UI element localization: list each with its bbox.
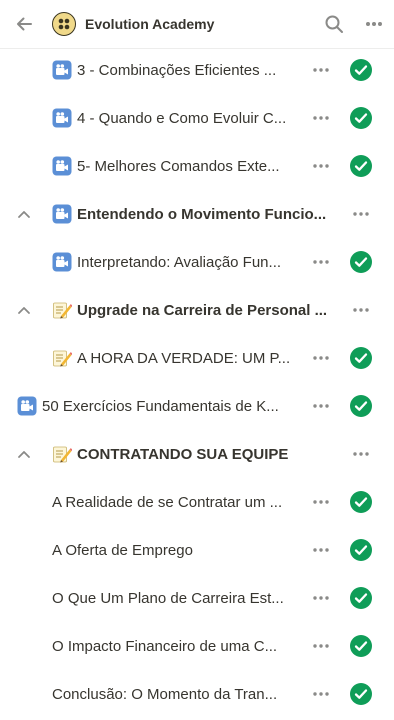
video-camera-icon xyxy=(52,156,72,176)
more-options-icon[interactable] xyxy=(308,156,334,176)
row-label: O Que Um Plano de Carreira Est... xyxy=(52,589,284,607)
app-title: Evolution Academy xyxy=(85,16,215,32)
list-item[interactable]: O Que Um Plano de Carreira Est... xyxy=(0,574,394,622)
list-item[interactable]: A HORA DA VERDADE: UM P... xyxy=(0,334,394,382)
more-options-icon[interactable] xyxy=(348,204,374,224)
row-content: A HORA DA VERDADE: UM P... xyxy=(52,334,296,382)
chevron-up-icon[interactable] xyxy=(15,205,33,223)
row-label: Interpretando: Avaliação Fun... xyxy=(77,253,282,271)
row-label: A Realidade de se Contratar um ... xyxy=(52,493,283,511)
checkmark-icon[interactable] xyxy=(350,587,372,609)
row-label: Upgrade na Carreira de Personal ... xyxy=(77,301,328,319)
video-camera-icon xyxy=(52,108,72,128)
checkmark-icon[interactable] xyxy=(350,347,372,369)
row-label: A HORA DA VERDADE: UM P... xyxy=(77,349,291,367)
row-content: O Impacto Financeiro de uma C... xyxy=(52,622,296,670)
video-camera-icon xyxy=(52,252,72,272)
more-options-icon[interactable] xyxy=(308,60,334,80)
video-camera-icon xyxy=(52,204,72,224)
row-label: 4 - Quando e Como Evoluir C... xyxy=(77,109,287,127)
checkmark-icon[interactable] xyxy=(350,251,372,273)
row-label: 5- Melhores Comandos Exte... xyxy=(77,157,280,175)
more-options-icon[interactable] xyxy=(308,636,334,656)
list-item[interactable]: A Realidade de se Contratar um ... xyxy=(0,478,394,526)
row-label: O Impacto Financeiro de uma C... xyxy=(52,637,278,655)
memo-icon xyxy=(52,444,72,464)
row-label: CONTRATANDO SUA EQUIPE xyxy=(77,445,289,463)
search-icon[interactable] xyxy=(314,0,354,48)
row-content: O Que Um Plano de Carreira Est... xyxy=(52,574,296,622)
row-content: 3 - Combinações Eficientes ... xyxy=(52,46,296,94)
list-item[interactable]: 3 - Combinações Eficientes ... xyxy=(0,46,394,94)
video-camera-icon xyxy=(52,60,72,80)
row-label: A Oferta de Emprego xyxy=(52,541,193,559)
more-options-icon[interactable] xyxy=(308,108,334,128)
chevron-up-icon[interactable] xyxy=(15,445,33,463)
list-item[interactable]: 4 - Quando e Como Evoluir C... xyxy=(0,94,394,142)
back-arrow-icon[interactable] xyxy=(0,0,48,48)
list-item[interactable]: A Oferta de Emprego xyxy=(0,526,394,574)
list-item[interactable]: O Impacto Financeiro de uma C... xyxy=(0,622,394,670)
row-content: 50 Exercícios Fundamentais de K... xyxy=(17,382,296,430)
row-content: 5- Melhores Comandos Exte... xyxy=(52,142,296,190)
row-content: Upgrade na Carreira de Personal ... xyxy=(52,286,332,334)
logo-icon xyxy=(52,12,76,36)
memo-icon xyxy=(52,300,72,320)
more-options-icon[interactable] xyxy=(308,492,334,512)
row-content: 4 - Quando e Como Evoluir C... xyxy=(52,94,296,142)
list-item[interactable]: 50 Exercícios Fundamentais de K... xyxy=(0,382,394,430)
list-item[interactable]: Conclusão: O Momento da Tran... xyxy=(0,670,394,718)
checkmark-icon[interactable] xyxy=(350,59,372,81)
section-row[interactable]: CONTRATANDO SUA EQUIPE xyxy=(0,430,394,478)
memo-icon xyxy=(52,348,72,368)
chevron-up-icon[interactable] xyxy=(15,301,33,319)
row-content: A Realidade de se Contratar um ... xyxy=(52,478,296,526)
row-label: 50 Exercícios Fundamentais de K... xyxy=(42,397,279,415)
row-content: A Oferta de Emprego xyxy=(52,526,296,574)
more-options-icon[interactable] xyxy=(308,684,334,704)
more-options-icon[interactable] xyxy=(308,252,334,272)
video-camera-icon xyxy=(17,396,37,416)
more-icon[interactable] xyxy=(354,0,394,48)
checkmark-icon[interactable] xyxy=(350,155,372,177)
row-content: CONTRATANDO SUA EQUIPE xyxy=(52,430,332,478)
row-label: 3 - Combinações Eficientes ... xyxy=(77,61,277,79)
top-bar: Evolution Academy xyxy=(0,0,394,49)
more-options-icon[interactable] xyxy=(308,540,334,560)
row-content: Conclusão: O Momento da Tran... xyxy=(52,670,296,718)
page-list: 3 - Combinações Eficientes ... 4 - Quando… xyxy=(0,46,394,718)
list-item[interactable]: 5- Melhores Comandos Exte... xyxy=(0,142,394,190)
section-row[interactable]: Upgrade na Carreira de Personal ... xyxy=(0,286,394,334)
list-item[interactable]: Interpretando: Avaliação Fun... xyxy=(0,238,394,286)
checkmark-icon[interactable] xyxy=(350,635,372,657)
checkmark-icon[interactable] xyxy=(350,683,372,705)
row-content: Interpretando: Avaliação Fun... xyxy=(52,238,296,286)
more-options-icon[interactable] xyxy=(348,300,374,320)
section-row[interactable]: Entendendo o Movimento Funcio... xyxy=(0,190,394,238)
row-label: Conclusão: O Momento da Tran... xyxy=(52,685,278,703)
more-options-icon[interactable] xyxy=(308,396,334,416)
row-content: Entendendo o Movimento Funcio... xyxy=(52,190,332,238)
checkmark-icon[interactable] xyxy=(350,395,372,417)
checkmark-icon[interactable] xyxy=(350,107,372,129)
row-label: Entendendo o Movimento Funcio... xyxy=(77,205,327,223)
more-options-icon[interactable] xyxy=(348,444,374,464)
more-options-icon[interactable] xyxy=(308,348,334,368)
checkmark-icon[interactable] xyxy=(350,539,372,561)
more-options-icon[interactable] xyxy=(308,588,334,608)
checkmark-icon[interactable] xyxy=(350,491,372,513)
